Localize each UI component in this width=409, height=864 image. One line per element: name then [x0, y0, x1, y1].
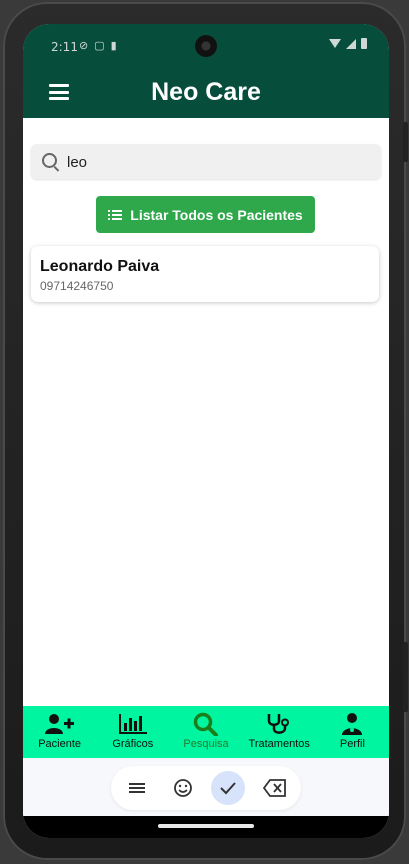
wifi-icon [329, 39, 341, 48]
bar-chart-icon [118, 712, 148, 736]
stethoscope-icon [266, 712, 292, 736]
search-input[interactable] [65, 144, 369, 181]
front-camera [195, 35, 217, 57]
status-bar: 2:11 ⊘ ▢ ▮ [23, 24, 389, 70]
power-button [403, 122, 408, 162]
screen-bezel: 2:11 ⊘ ▢ ▮ Neo Care leo Listar Todos os … [23, 24, 389, 838]
search-box[interactable] [31, 144, 381, 181]
patient-card[interactable]: Leonardo Paiva 09714246750 [31, 246, 379, 302]
keyboard-toolbar-pill [111, 766, 301, 810]
doctor-icon [341, 712, 363, 736]
list-all-label: Listar Todos os Pacientes [130, 206, 303, 223]
status-time: 2:11 [51, 40, 78, 54]
backspace-icon[interactable] [258, 771, 292, 805]
phone-frame: 2:11 ⊘ ▢ ▮ Neo Care leo Listar Todos os … [3, 2, 408, 860]
nav-label-pesquisa: Pesquisa [183, 738, 229, 750]
dnd-icon: ⊘ [79, 40, 89, 52]
nav-label-graficos: Gráficos [112, 738, 154, 750]
nav-item-graficos[interactable]: Gráficos [96, 706, 169, 758]
emoji-icon[interactable] [166, 771, 200, 805]
keyboard-toolbar [23, 758, 389, 816]
gesture-area [23, 816, 389, 838]
battery-icon [361, 38, 367, 49]
search-icon [42, 153, 57, 168]
nav-label-perfil: Perfil [339, 738, 365, 750]
nav-item-perfil[interactable]: Perfil [316, 706, 389, 758]
signal-icon [346, 38, 356, 49]
check-icon[interactable] [211, 771, 245, 805]
screenshot-icon: ▢ [94, 40, 105, 52]
list-all-patients-button[interactable]: Listar Todos os Pacientes [96, 196, 315, 233]
volume-button [403, 642, 408, 712]
status-notification-icons: ⊘ ▢ ▮ [79, 39, 117, 52]
search-icon [193, 712, 219, 736]
patient-name: Leonardo Paiva [40, 258, 160, 275]
patient-phone: 09714246750 [40, 279, 114, 293]
nav-item-pesquisa[interactable]: Pesquisa [169, 706, 242, 758]
home-indicator[interactable] [158, 824, 254, 828]
app-title: Neo Care [151, 78, 261, 106]
keyboard-menu-icon[interactable] [120, 771, 154, 805]
list-icon [108, 209, 123, 220]
app-screen: 2:11 ⊘ ▢ ▮ Neo Care leo Listar Todos os … [23, 24, 389, 838]
bottom-nav: Paciente Gráficos Pesquisa Tratamentos P… [23, 706, 389, 758]
nav-label-tratamentos: Tratamentos [248, 738, 310, 750]
status-system-icons [329, 38, 367, 49]
nav-label-paciente: Paciente [38, 738, 81, 750]
sim-icon: ▮ [110, 40, 117, 52]
nav-item-paciente[interactable]: Paciente [23, 706, 96, 758]
nav-item-tratamentos[interactable]: Tratamentos [243, 706, 316, 758]
user-plus-icon [44, 712, 75, 736]
app-header: Neo Care [23, 70, 389, 118]
